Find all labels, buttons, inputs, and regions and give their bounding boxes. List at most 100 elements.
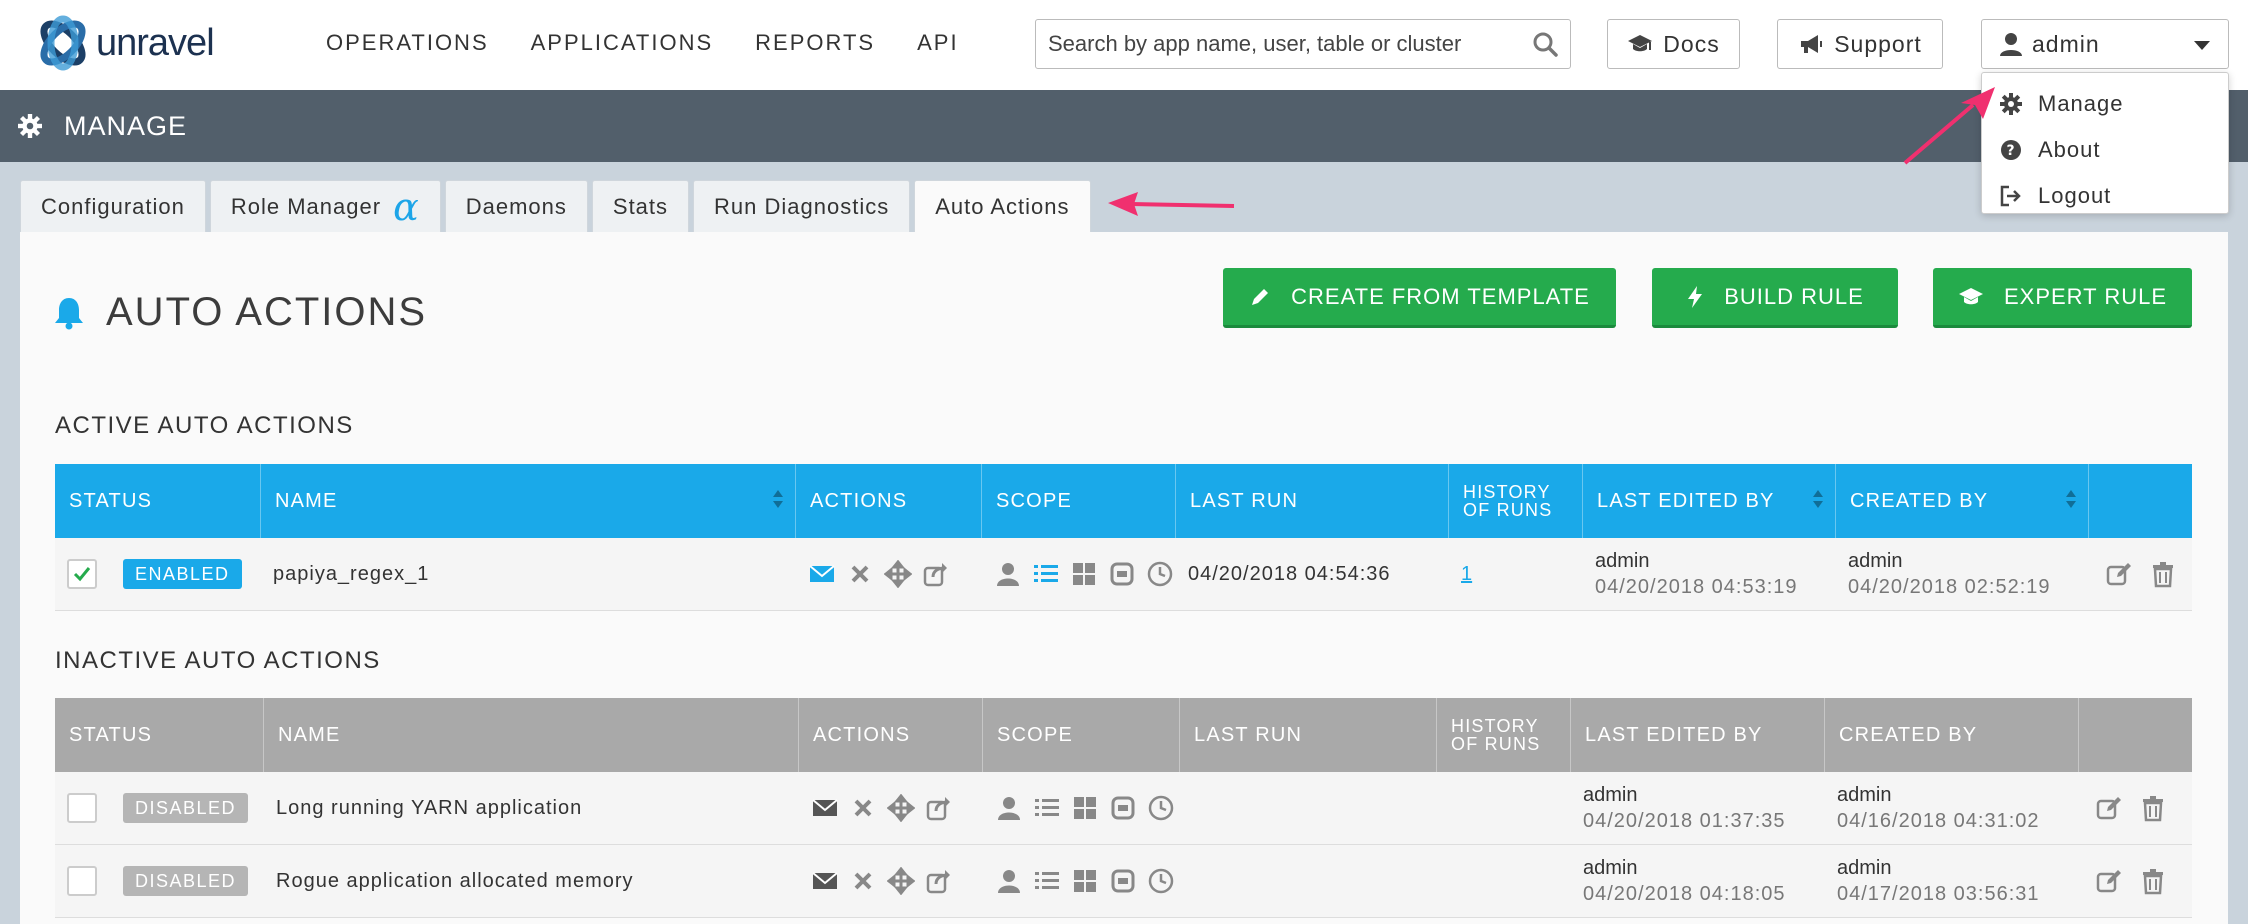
button-label: BUILD RULE [1724,283,1864,309]
editor-name: admin [1583,784,1638,806]
app-scope-icon[interactable] [1109,867,1137,895]
edit-icon[interactable] [2105,560,2133,588]
col-created-by[interactable]: CREATED BY [1836,464,2089,538]
trash-icon[interactable] [2139,867,2167,895]
tab-stats[interactable]: Stats [591,180,690,232]
row-checkbox[interactable] [67,793,97,823]
queue-scope-icon[interactable] [1033,867,1061,895]
edited-time: 04/20/2018 01:37:35 [1583,810,1786,832]
support-button[interactable]: Support [1777,19,1943,69]
gear-icon [2000,93,2022,115]
menu-item-label: About [2038,137,2101,162]
clock-icon[interactable] [1147,867,1175,895]
rule-name[interactable]: Rogue application allocated memory [264,845,799,917]
action-icons [799,845,983,917]
inactive-section-heading: INACTIVE AUTO ACTIONS [55,647,381,674]
docs-button[interactable]: Docs [1607,19,1740,69]
bell-icon [55,297,83,329]
clock-icon[interactable] [1147,794,1175,822]
row-checkbox[interactable] [67,866,97,896]
brand-logo[interactable]: unravel [34,14,215,72]
last-edited-by: admin 04/20/2018 01:37:35 [1571,772,1825,844]
cluster-scope-icon[interactable] [1071,794,1099,822]
search-input[interactable] [1048,31,1532,57]
row-checkbox[interactable] [67,559,97,589]
sort-icon [2066,490,2076,512]
col-last-edited-by[interactable]: LAST EDITED BY [1583,464,1836,538]
active-section-heading: ACTIVE AUTO ACTIONS [55,412,354,439]
edit-icon[interactable] [2095,867,2123,895]
edit-icon[interactable] [2095,794,2123,822]
status-badge[interactable]: DISABLED [123,866,249,896]
rule-name[interactable]: papiya_regex_1 [261,538,796,610]
share-icon[interactable] [922,560,950,588]
editor-name: admin [1583,857,1638,879]
col-label: CREATED BY [1850,489,1989,512]
move-icon[interactable] [887,867,915,895]
kill-icon[interactable] [849,794,877,822]
menu-item-about[interactable]: ? About [1982,127,2228,173]
caret-down-icon [2194,41,2210,50]
col-scope: SCOPE [982,464,1176,538]
page-title: AUTO ACTIONS [106,290,428,334]
move-icon[interactable] [887,794,915,822]
rule-name[interactable]: Long running YARN application [264,772,799,844]
cluster-scope-icon[interactable] [1070,560,1098,588]
user-scope-icon[interactable] [995,867,1023,895]
tab-run-diagnostics[interactable]: Run Diagnostics [693,180,911,232]
history-link[interactable]: 1 [1461,563,1472,586]
queue-scope-icon[interactable] [1033,794,1061,822]
status-badge[interactable]: ENABLED [123,559,242,589]
share-icon[interactable] [925,867,953,895]
share-icon[interactable] [925,794,953,822]
expert-rule-button[interactable]: EXPERT RULE [1933,268,2192,328]
action-icons [796,538,982,610]
app-scope-icon[interactable] [1108,560,1136,588]
trash-icon[interactable] [2149,560,2177,588]
cluster-scope-icon[interactable] [1071,867,1099,895]
tab-configuration[interactable]: Configuration [20,180,206,232]
tab-daemons[interactable]: Daemons [444,180,588,232]
nav-reports[interactable]: REPORTS [755,30,875,56]
created-by: admin 04/17/2018 03:56:31 [1825,845,2079,917]
move-icon[interactable] [884,560,912,588]
col-label: NAME [275,489,338,512]
app-scope-icon[interactable] [1109,794,1137,822]
tab-auto-actions[interactable]: Auto Actions [914,180,1091,233]
status-badge[interactable]: DISABLED [123,793,249,823]
tab-role-manager[interactable]: Role Manager α [209,180,441,232]
clock-icon[interactable] [1146,560,1174,588]
kill-icon[interactable] [849,867,877,895]
email-icon[interactable] [808,560,836,588]
search-icon[interactable] [1532,31,1558,57]
nav-applications[interactable]: APPLICATIONS [531,30,714,56]
inactive-actions-table: STATUS NAME ACTIONS SCOPE LAST RUN HISTO… [55,698,2192,918]
col-name[interactable]: NAME [261,464,796,538]
tab-label: Configuration [41,193,185,219]
user-scope-icon[interactable] [995,794,1023,822]
menu-item-logout[interactable]: Logout [1982,173,2228,219]
nav-api[interactable]: API [917,30,958,56]
trash-icon[interactable] [2139,794,2167,822]
question-circle-icon: ? [2001,140,2021,160]
nav-operations[interactable]: OPERATIONS [326,30,489,56]
create-from-template-button[interactable]: CREATE FROM TEMPLATE [1223,268,1616,328]
kill-icon[interactable] [846,560,874,588]
scope-icons [982,538,1176,610]
last-edited-by: admin 04/20/2018 04:53:19 [1583,538,1836,610]
build-rule-button[interactable]: BUILD RULE [1652,268,1898,328]
email-icon[interactable] [811,867,839,895]
col-name: NAME [264,698,799,772]
user-scope-icon[interactable] [994,560,1022,588]
scope-icons [983,845,1180,917]
row-actions [2079,845,2192,917]
email-icon[interactable] [811,794,839,822]
logout-icon [2000,185,2021,207]
col-last-run: LAST RUN [1176,464,1449,538]
menu-item-manage[interactable]: Manage [1982,81,2228,127]
queue-scope-icon[interactable] [1032,560,1060,588]
user-name: admin [2032,30,2100,57]
action-icons [799,772,983,844]
last-run [1180,772,1437,844]
user-menu-button[interactable]: admin [1981,19,2229,69]
